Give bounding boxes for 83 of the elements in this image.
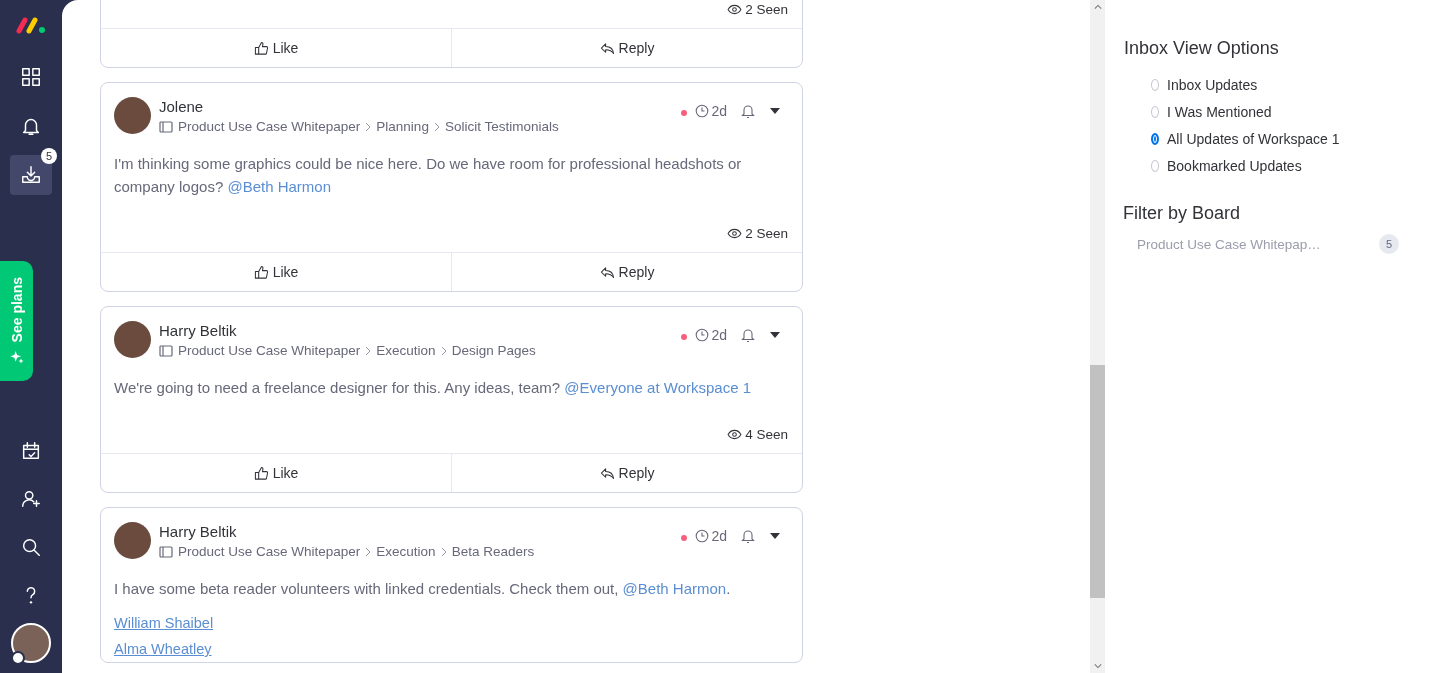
breadcrumb-link[interactable]: Design Pages [451,343,536,358]
timestamp: 2d [711,327,727,343]
search-icon [20,536,42,558]
mention-link[interactable]: @Beth Harmon [227,178,331,195]
board-icon [159,545,173,558]
breadcrumb-link[interactable]: Execution [376,343,436,358]
eye-icon [727,3,743,15]
seen-count[interactable]: 4 Seen [727,424,788,444]
update-text: We're going to need a freelance designer for this. Any ideas, team? @Everyone at Workspace 1 [114,378,753,398]
bell-icon[interactable] [740,528,756,544]
radio-option[interactable]: I Was Mentioned [1151,103,1440,121]
thumbs-up-icon [253,264,269,280]
breadcrumb-link[interactable]: Beta Readers [451,544,535,559]
scrollbar[interactable] [1090,0,1105,673]
radio-option[interactable]: All Updates of Workspace 1 [1151,130,1440,148]
minus-badge-icon [11,651,25,665]
clock-icon [695,328,710,342]
reply-arrow-icon [599,465,615,481]
chevron-icon [365,345,372,356]
radio-button[interactable] [1151,133,1159,145]
radio-option[interactable]: Inbox Updates [1151,76,1440,94]
option-label: Inbox Updates [1167,76,1258,94]
author-name[interactable]: Harry Beltik [159,522,682,541]
reply-button[interactable]: Reply [451,29,802,67]
breadcrumb-link[interactable]: Product Use Case Whitepaper [178,119,361,134]
breadcrumb-link[interactable]: Product Use Case Whitepaper [178,544,361,559]
author-name[interactable]: Harry Beltik [159,321,682,340]
caret-icon[interactable] [770,533,780,539]
breadcrumb-link[interactable]: Planning [376,119,429,134]
scroll-up-icon[interactable] [1093,4,1102,10]
update-text: I have some beta reader volunteers with linked credentials. Check them out, @Beth Harmon. [114,579,732,599]
like-button[interactable]: Like [101,253,451,291]
reply-button[interactable]: Reply [451,454,802,492]
chevron-icon [440,345,447,356]
bell-icon[interactable] [740,103,756,119]
clock-icon [695,104,710,118]
grid-icon [20,66,42,88]
sparkle-icon [8,348,25,365]
like-button[interactable]: Like [101,454,451,492]
count-badge: 5 [41,148,57,164]
timestamp: 2d [711,103,727,119]
board-icon [159,120,173,133]
eye-icon [727,428,743,440]
chevron-icon [440,546,447,557]
avatar-photo-placeholder [114,97,151,134]
chevron-icon [365,121,372,132]
breadcrumb-link[interactable]: Product Use Case Whitepaper [178,343,361,358]
scroll-down-icon[interactable] [1093,663,1102,669]
breadcrumb-link[interactable]: Execution [376,544,436,559]
inbox-icon [20,164,42,186]
caret-icon[interactable] [770,332,780,338]
option-label: All Updates of Workspace 1 [1167,130,1340,148]
section-title: Inbox View Options [1124,38,1280,59]
count-badge: 5 [1379,234,1399,254]
bell-icon[interactable] [740,327,756,343]
timestamp: 2d [711,528,727,544]
add-user-icon [20,488,42,510]
seen-count[interactable]: 2 Seen [727,0,788,19]
reply-button[interactable]: Reply [451,253,802,291]
seen-count[interactable]: 2 Seen [727,223,788,243]
reply-arrow-icon [599,40,615,56]
option-label: Bookmarked Updates [1167,157,1302,175]
breadcrumb-link[interactable]: Solicit Testimonials [444,119,559,134]
board-icon [159,344,173,357]
user-avatar[interactable] [11,623,51,663]
logo-icon[interactable] [15,15,47,37]
avatar-photo-placeholder [114,522,151,559]
caret-icon[interactable] [770,108,780,114]
author-name[interactable]: Jolene [159,97,682,116]
chevron-icon [365,546,372,557]
eye-icon [727,227,743,239]
reply-arrow-icon [599,264,615,280]
option-label: I Was Mentioned [1167,103,1272,121]
chevron-icon [433,121,440,132]
section-title: Filter by Board [1123,203,1242,224]
clock-icon [695,529,710,543]
radio-option[interactable]: Bookmarked Updates [1151,157,1440,175]
thumbs-up-icon [253,40,269,56]
thumbs-up-icon [253,465,269,481]
like-button[interactable]: Like [101,29,451,67]
avatar-photo-placeholder [114,321,151,358]
update-text: I'm thinking some graphics could be nice here. Do we have room for professional headshots or company logos? @Beth Harmon [114,154,743,197]
calendar-icon [20,440,42,462]
